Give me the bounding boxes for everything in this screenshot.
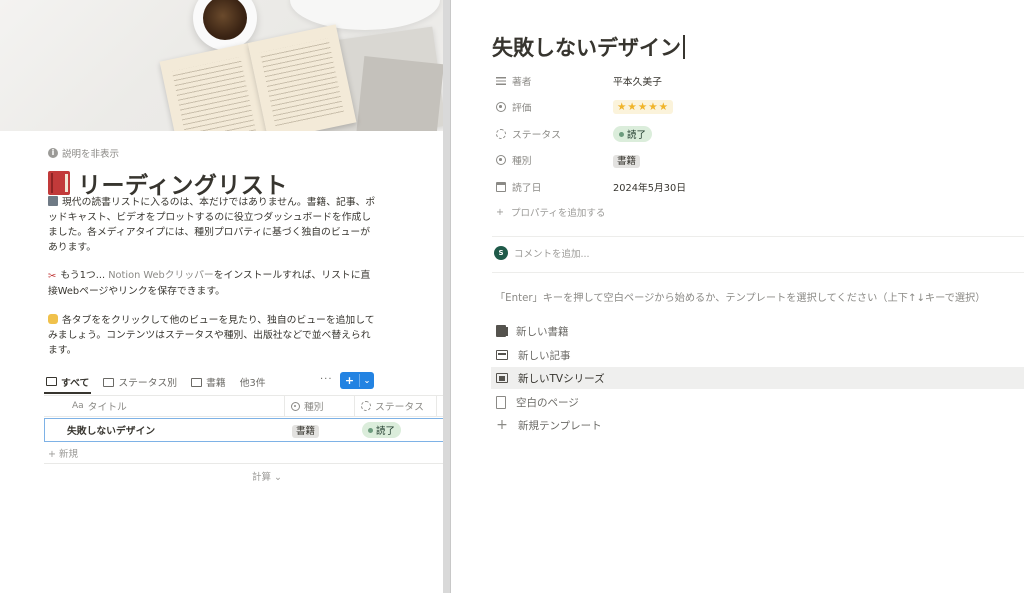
- template-blank-page[interactable]: 空白のページ: [491, 391, 1024, 413]
- select-icon: [496, 102, 506, 112]
- status-badge[interactable]: 読了: [613, 126, 653, 142]
- divider: [44, 463, 443, 464]
- plus-icon: +: [496, 417, 508, 433]
- tab-books[interactable]: 書籍: [189, 371, 228, 393]
- page-icon: [496, 395, 506, 409]
- template-new-tv-series[interactable]: 新しいTVシリーズ: [491, 367, 1024, 389]
- film-icon: [496, 373, 508, 383]
- scissors-icon: ✂: [48, 271, 57, 282]
- status-badge: 読了: [362, 422, 402, 438]
- description-text-3: 各タブををクリックして他のビューを見たり、独自のビューを追加してみましょう。コン…: [48, 315, 375, 356]
- finished-date-value[interactable]: 2024年5月30日: [613, 180, 686, 194]
- status-icon: [496, 129, 506, 139]
- comment-placeholder: コメントを追加...: [514, 249, 590, 260]
- new-row-button[interactable]: + 新規: [48, 446, 78, 460]
- rating-stars[interactable]: ★★★★★: [613, 100, 674, 114]
- text-lines-icon: [496, 77, 506, 85]
- column-status[interactable]: ステータス: [355, 396, 437, 416]
- board-icon: [103, 377, 115, 387]
- hide-description-button[interactable]: i 説明を非表示: [48, 146, 119, 160]
- tab-more-views[interactable]: 他3件: [238, 371, 268, 393]
- add-property-button[interactable]: + プロパティを追加する: [496, 205, 605, 220]
- comment-input[interactable]: S コメントを追加...: [494, 246, 590, 260]
- description-paragraph-1: 現代の読書リストに入るのは、本だけではありません。書籍、記事、ポッドキャスト、ビ…: [48, 195, 378, 255]
- text-type-icon: Aa: [72, 401, 84, 411]
- type-tag[interactable]: 書籍: [613, 155, 641, 168]
- table-row[interactable]: 失敗しないデザイン 書籍 読了: [44, 418, 443, 442]
- tab-all[interactable]: すべて: [44, 371, 92, 394]
- cover-saucer: [290, 0, 440, 30]
- column-type[interactable]: 種別: [285, 396, 355, 416]
- tab-by-status[interactable]: ステータス別: [101, 371, 179, 393]
- author-value[interactable]: 平本久美子: [613, 74, 662, 88]
- web-clipper-link[interactable]: Notion Webクリッパー: [108, 270, 214, 281]
- property-author[interactable]: 著者 平本久美子: [496, 72, 1016, 90]
- avatar: S: [494, 246, 508, 260]
- plus-icon: +: [496, 206, 504, 218]
- database-pane: i 説明を非表示 リーディングリスト 現代の読書リストに入るのは、本だけではあり…: [0, 0, 443, 593]
- property-type[interactable]: 種別 書籍: [496, 151, 1016, 169]
- pointing-hand-icon: [48, 314, 58, 324]
- gallery-icon: [191, 377, 203, 387]
- text-caret: [683, 35, 685, 59]
- calendar-icon: [496, 182, 506, 192]
- template-hint: 「Enter」キーを押して空白ページから始めるか、テンプレートを選択してください…: [495, 293, 986, 304]
- page-peek-pane: 失敗しないデザイン 著者 平本久美子 評価 ★★★★★ ステータス 読了 種別 …: [451, 0, 1024, 593]
- pane-divider[interactable]: [443, 0, 451, 593]
- new-entry-button[interactable]: + ⌄: [340, 372, 374, 389]
- red-book-icon[interactable]: [48, 171, 70, 195]
- status-dot-icon: [619, 131, 624, 137]
- description-text-1: 現代の読書リストに入るのは、本だけではありません。書籍、記事、ポッドキャスト、ビ…: [48, 197, 376, 253]
- row-title[interactable]: 失敗しないデザイン: [45, 423, 286, 437]
- info-icon: i: [48, 148, 58, 158]
- cover-magazine-2: [356, 56, 443, 131]
- description-text-2a: もう1つ...: [60, 270, 109, 281]
- entry-title-text[interactable]: 失敗しないデザイン: [492, 32, 681, 62]
- calculate-button[interactable]: 計算 ⌄: [252, 469, 282, 483]
- table-icon: [46, 377, 57, 386]
- property-rating[interactable]: 評価 ★★★★★: [496, 98, 1016, 116]
- divider: [492, 272, 1024, 273]
- newspaper-icon: [48, 196, 58, 206]
- hide-description-label: 説明を非表示: [62, 149, 120, 160]
- select-icon: [496, 155, 506, 165]
- row-type-cell[interactable]: 書籍: [286, 423, 356, 438]
- description-paragraph-2: ✂ もう1つ... Notion Webクリッパーをインストールすれば、リストに直…: [48, 268, 378, 299]
- select-icon: [291, 401, 300, 411]
- entry-title[interactable]: 失敗しないデザイン: [492, 32, 685, 62]
- status-icon: [361, 401, 371, 411]
- divider: [492, 236, 1024, 237]
- template-new-article[interactable]: 新しい記事: [491, 344, 1024, 366]
- status-dot-icon: [368, 427, 373, 433]
- cover-open-book: [159, 24, 357, 131]
- template-new-template[interactable]: + 新規テンプレート: [491, 414, 1024, 436]
- table-header: Aa タイトル 種別 ステータス: [44, 395, 443, 417]
- row-status-cell[interactable]: 読了: [356, 422, 438, 438]
- property-finished-date[interactable]: 読了日 2024年5月30日: [496, 178, 1016, 196]
- plus-icon[interactable]: +: [340, 374, 360, 387]
- column-title[interactable]: Aa タイトル: [44, 396, 285, 416]
- type-tag: 書籍: [292, 425, 320, 438]
- template-new-book[interactable]: 新しい書籍: [491, 320, 1024, 342]
- more-options-button[interactable]: ···: [320, 374, 333, 385]
- newspaper-icon: [496, 350, 508, 360]
- description-paragraph-3: 各タブををクリックして他のビューを見たり、独自のビューを追加してみましょう。コン…: [48, 313, 378, 358]
- chevron-down-icon[interactable]: ⌄: [360, 376, 374, 385]
- property-status[interactable]: ステータス 読了: [496, 125, 1016, 143]
- cover-image[interactable]: [0, 0, 443, 131]
- book-icon: [496, 325, 508, 337]
